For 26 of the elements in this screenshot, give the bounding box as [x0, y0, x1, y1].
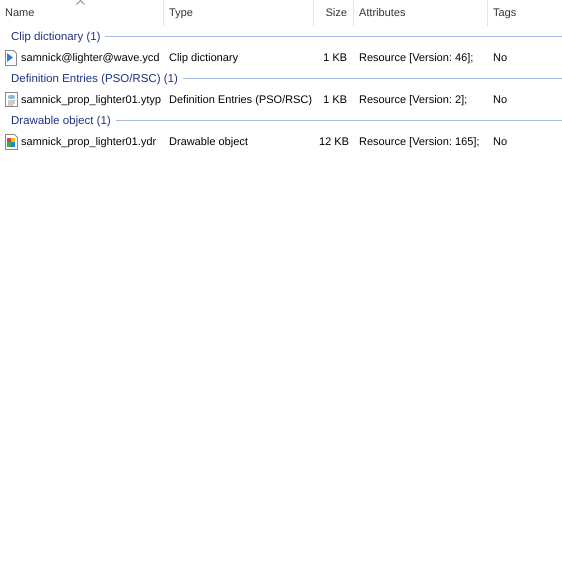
table-cell: 1 KB	[323, 94, 347, 106]
table-cell: Clip dictionary	[169, 52, 238, 64]
file-name[interactable]: samnick@lighter@wave.ycd	[21, 52, 160, 64]
table-cell: 1 KB	[323, 52, 347, 64]
play-file-icon	[4, 50, 19, 66]
document-icon	[4, 92, 19, 108]
color-cube-file-icon	[4, 134, 19, 150]
group-header[interactable]: Clip dictionary (1)	[11, 30, 100, 42]
file-name[interactable]: samnick_prop_lighter01.ytyp	[21, 94, 162, 106]
group-header[interactable]: Drawable object (1)	[11, 114, 111, 126]
column-header[interactable]: Attributes	[354, 0, 488, 26]
column-header[interactable]: Tags	[488, 0, 562, 26]
table-cell: Drawable object	[169, 136, 248, 148]
column-header[interactable]: Name	[0, 0, 164, 26]
table-cell: Resource [Version: 2];	[359, 94, 468, 106]
table-cell: Resource [Version: 46];	[359, 52, 474, 64]
column-header[interactable]: Size	[314, 0, 354, 26]
table-cell: 12 KB	[319, 136, 349, 148]
table-cell: Resource [Version: 165];	[359, 136, 480, 148]
table-cell: No	[493, 52, 508, 64]
table-cell: No	[493, 94, 508, 106]
group-header[interactable]: Definition Entries (PSO/RSC) (1)	[11, 72, 178, 84]
column-header[interactable]: Type	[164, 0, 314, 26]
table-cell: Definition Entries (PSO/RSC)	[169, 94, 312, 106]
table-cell: No	[493, 136, 508, 148]
file-name[interactable]: samnick_prop_lighter01.ydr	[21, 136, 156, 148]
